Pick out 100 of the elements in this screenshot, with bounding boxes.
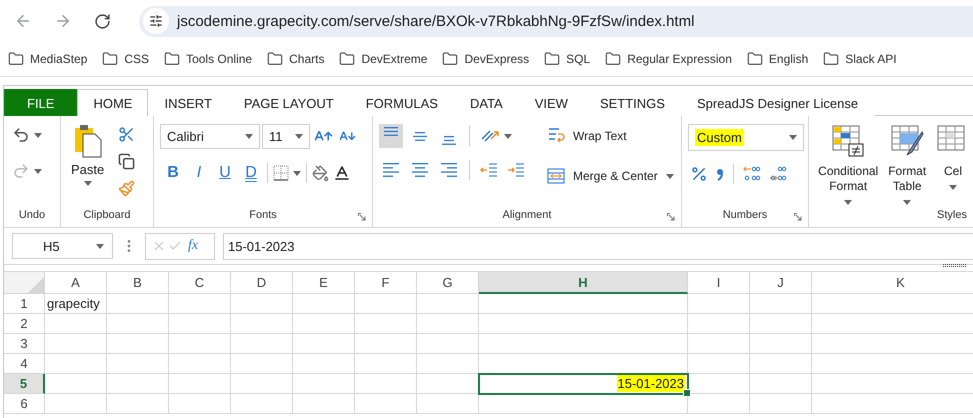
table-cell[interactable] xyxy=(169,334,231,354)
table-cell[interactable] xyxy=(45,314,107,334)
reload-button[interactable] xyxy=(94,12,111,30)
bookmark-link[interactable]: English xyxy=(746,51,808,67)
file-button[interactable]: FILE xyxy=(4,89,78,116)
column-header[interactable]: E xyxy=(293,272,355,294)
column-header[interactable]: G xyxy=(417,272,479,294)
formula-input[interactable]: 15-01-2023 xyxy=(223,232,973,260)
table-cell[interactable] xyxy=(45,374,107,394)
table-cell[interactable] xyxy=(169,394,231,414)
row-header[interactable]: 1 xyxy=(4,294,45,314)
table-cell[interactable] xyxy=(688,314,750,334)
column-header[interactable]: I xyxy=(688,272,750,294)
table-cell[interactable] xyxy=(479,394,688,414)
table-cell[interactable] xyxy=(417,354,479,374)
style-menu-button[interactable]: Cel xyxy=(933,124,973,190)
table-cell[interactable] xyxy=(169,354,231,374)
font-style-button[interactable]: B xyxy=(160,161,186,185)
font-style-button[interactable]: U xyxy=(212,161,238,185)
table-cell[interactable] xyxy=(293,354,355,374)
column-header[interactable]: H xyxy=(479,272,688,294)
table-cell[interactable] xyxy=(231,394,293,414)
table-cell[interactable] xyxy=(417,334,479,354)
table-cell[interactable] xyxy=(169,294,231,314)
row-header[interactable]: 4 xyxy=(4,354,45,374)
table-cell[interactable]: grapecity xyxy=(45,294,107,314)
table-cell[interactable] xyxy=(417,294,479,314)
column-header[interactable]: J xyxy=(750,272,812,294)
ribbon-tab[interactable]: HOME xyxy=(77,89,148,116)
table-cell[interactable] xyxy=(479,334,688,354)
table-cell[interactable] xyxy=(169,314,231,334)
table-cell[interactable] xyxy=(750,294,812,314)
format-painter-button[interactable] xyxy=(116,178,138,199)
table-cell[interactable] xyxy=(293,334,355,354)
table-cell[interactable] xyxy=(169,374,231,394)
table-cell[interactable] xyxy=(355,374,417,394)
bookmark-link[interactable]: DevExtreme xyxy=(339,51,428,67)
dialog-launcher-icon[interactable] xyxy=(358,213,366,221)
table-cell[interactable] xyxy=(107,354,169,374)
table-cell[interactable] xyxy=(107,294,169,314)
row-header[interactable]: 3 xyxy=(4,334,45,354)
table-cell[interactable] xyxy=(750,334,812,354)
fill-color-button[interactable] xyxy=(310,162,331,184)
name-box[interactable]: H5 xyxy=(12,233,113,259)
table-cell[interactable] xyxy=(750,354,812,374)
table-cell[interactable] xyxy=(231,354,293,374)
table-cell[interactable] xyxy=(355,394,417,414)
table-cell[interactable] xyxy=(355,314,417,334)
bookmark-link[interactable]: Regular Expression xyxy=(605,51,732,67)
dialog-launcher-icon[interactable] xyxy=(794,213,802,221)
dialog-launcher-icon[interactable] xyxy=(667,213,675,221)
table-cell[interactable] xyxy=(688,374,750,394)
table-cell[interactable] xyxy=(750,374,812,394)
table-cell[interactable] xyxy=(293,394,355,414)
table-cell[interactable] xyxy=(231,374,293,394)
copy-button[interactable] xyxy=(116,151,138,172)
column-header[interactable]: D xyxy=(231,272,293,294)
font-style-button[interactable]: D xyxy=(238,161,264,185)
table-cell[interactable] xyxy=(355,354,417,374)
column-header[interactable]: A xyxy=(45,272,107,294)
table-cell[interactable] xyxy=(45,334,107,354)
select-all-corner[interactable] xyxy=(4,272,45,294)
bookmark-link[interactable]: MediaStep xyxy=(8,51,88,67)
table-cell[interactable] xyxy=(688,294,750,314)
paste-button[interactable]: Paste xyxy=(67,124,108,186)
close-icon[interactable] xyxy=(152,239,166,253)
table-cell[interactable] xyxy=(688,394,750,414)
wrap-text-button[interactable]: Wrap Text xyxy=(543,124,678,148)
function-button[interactable]: fx xyxy=(188,238,198,254)
bookmark-link[interactable]: CSS xyxy=(102,51,150,67)
table-cell[interactable] xyxy=(107,314,169,334)
bookmark-link[interactable]: SQL xyxy=(544,51,590,67)
table-cell[interactable] xyxy=(107,334,169,354)
table-cell[interactable] xyxy=(45,354,107,374)
table-cell[interactable] xyxy=(293,374,355,394)
table-cell[interactable] xyxy=(417,394,479,414)
font-select[interactable]: Calibri xyxy=(160,124,260,149)
table-cell[interactable] xyxy=(479,294,688,314)
table-cell[interactable] xyxy=(293,314,355,334)
row-header[interactable]: 2 xyxy=(4,314,45,334)
active-cell[interactable]: 15-01-2023 xyxy=(479,374,688,394)
table-cell[interactable] xyxy=(231,334,293,354)
table-cell[interactable] xyxy=(45,394,107,414)
table-cell[interactable] xyxy=(355,334,417,354)
row-header[interactable]: 6 xyxy=(4,394,45,414)
table-cell[interactable] xyxy=(417,314,479,334)
borders-button[interactable] xyxy=(271,163,303,183)
font-style-button[interactable]: I xyxy=(186,161,212,185)
bookmark-link[interactable]: Slack API xyxy=(823,51,897,67)
fill-handle[interactable] xyxy=(683,389,691,397)
table-cell[interactable] xyxy=(231,314,293,334)
table-cell[interactable] xyxy=(688,354,750,374)
row-header[interactable]: 5 xyxy=(4,374,45,394)
number-format-select[interactable]: Custom xyxy=(688,124,804,151)
site-settings-button[interactable] xyxy=(143,8,169,34)
table-cell[interactable] xyxy=(107,394,169,414)
table-cell[interactable] xyxy=(750,314,812,334)
table-cell[interactable] xyxy=(231,294,293,314)
column-header[interactable]: B xyxy=(107,272,169,294)
table-cell[interactable] xyxy=(479,314,688,334)
